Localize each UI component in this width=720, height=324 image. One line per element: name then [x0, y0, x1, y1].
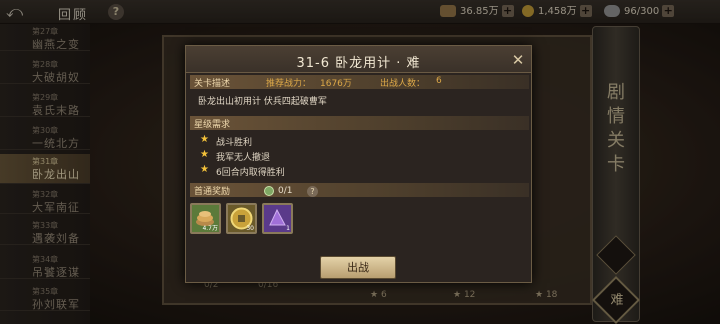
close-icon[interactable]: ✕ — [510, 52, 526, 68]
section-description: 关卡描述 推荐战力： 1676万 出战人数： 6 — [190, 75, 529, 89]
star-condition: 我军无人撤退 — [216, 153, 271, 163]
heroes-label: 出战人数： — [380, 79, 426, 89]
purple-scroll-icon[interactable]: 1 — [262, 203, 293, 234]
star-condition: 战斗胜利 — [216, 138, 253, 148]
reward-help-button[interactable]: ? — [307, 186, 318, 197]
power-value: 1676万 — [320, 79, 352, 89]
reward-count: 0/1 — [278, 186, 293, 196]
section-label: 关卡描述 — [194, 79, 231, 89]
star-icon: ★ — [200, 164, 209, 175]
coins-pile-icon[interactable]: 4.7万 — [190, 203, 221, 234]
heroes-value: 6 — [436, 76, 442, 86]
modal-header: 31-6 卧龙用计 · 难 ✕ — [186, 46, 531, 73]
section-label: 星级需求 — [194, 120, 231, 130]
item-count: 30 — [246, 225, 254, 232]
gold-coin-icon[interactable]: 30 — [226, 203, 257, 234]
modal-title: 31-6 卧龙用计 · 难 — [296, 56, 421, 71]
stage-detail-modal: 31-6 卧龙用计 · 难 ✕ 关卡描述 推荐战力： 1676万 出战人数： 6… — [185, 45, 532, 283]
star-icon: ★ — [200, 149, 209, 160]
item-count: 4.7万 — [202, 225, 218, 232]
star-condition: 6回合内取得胜利 — [216, 168, 285, 178]
fight-button[interactable]: 出战 — [320, 256, 396, 279]
item-count: 1 — [286, 225, 290, 232]
section-stars: 星级需求 — [190, 116, 529, 130]
star-icon: ★ — [200, 134, 209, 145]
section-reward: 首通奖励 — [190, 183, 529, 197]
section-label: 首通奖励 — [194, 187, 231, 197]
jade-coin-icon — [264, 186, 274, 196]
power-label: 推荐战力： — [266, 79, 312, 89]
stage-description: 卧龙出山初用计 伏兵四起破曹军 — [198, 97, 327, 107]
